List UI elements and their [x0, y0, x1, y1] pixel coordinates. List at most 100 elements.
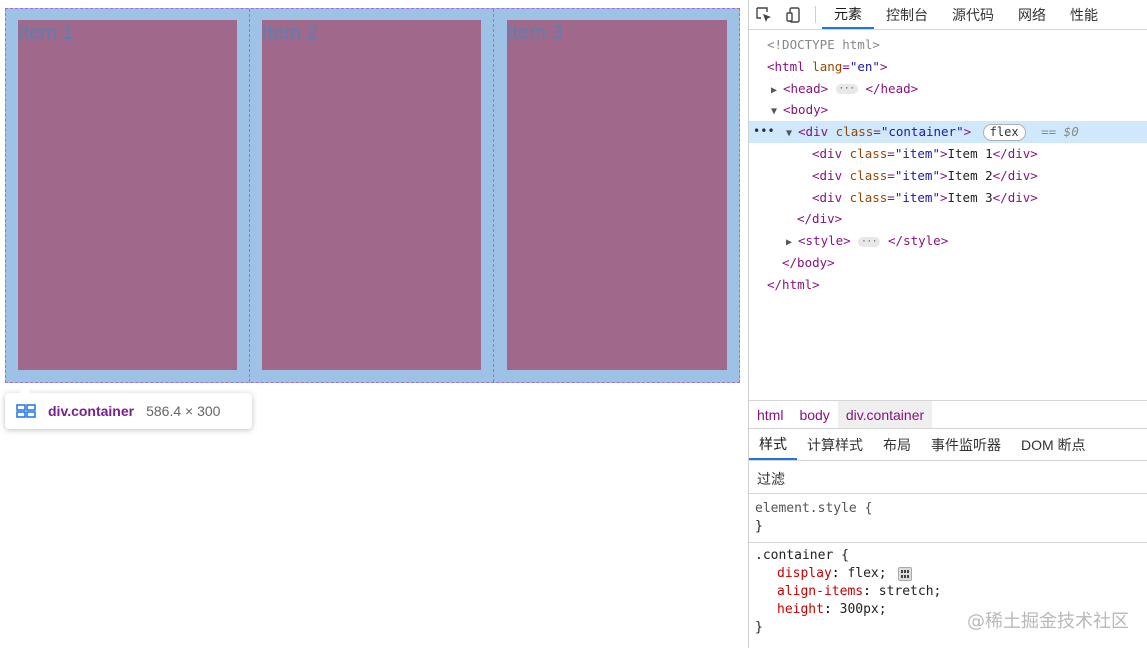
tab-sources[interactable]: 源代码: [940, 0, 1006, 29]
tag-text: <div: [798, 124, 829, 140]
tag-text: <body>: [783, 102, 829, 118]
css-property-name: align-items: [777, 584, 864, 599]
collapsed-ellipsis-icon[interactable]: ···: [835, 84, 858, 95]
css-declaration[interactable]: align-items: stretch;: [755, 583, 1142, 601]
tag-text: <html: [767, 58, 805, 74]
inspect-tooltip: div.container 586.4 × 300: [5, 387, 252, 429]
attr-value: "en": [849, 58, 880, 74]
styles-filter-input[interactable]: 过滤: [749, 464, 1147, 494]
devtools-toolbar: 元素 控制台 源代码 网络 性能: [749, 0, 1147, 30]
element-style-rule[interactable]: element.style { }: [749, 496, 1147, 543]
tag-text: </html>: [767, 276, 820, 292]
tab-console[interactable]: 控制台: [874, 0, 940, 29]
css-property-value: 300px;: [839, 602, 887, 617]
page-viewport: Item 1 Item 2 Item 3 div.container 586.4…: [0, 0, 748, 648]
node-text: Item 2: [947, 167, 993, 183]
tag-text: </body>: [782, 254, 835, 270]
tag-text: </head>: [865, 80, 919, 96]
tab-computed[interactable]: 计算样式: [797, 430, 873, 460]
inspect-element-icon[interactable]: [749, 0, 779, 29]
device-toggle-icon[interactable]: [779, 0, 809, 29]
dom-node-item[interactable]: <div class="item">Item 3</div>: [749, 187, 1147, 209]
item-content-area: [18, 20, 237, 370]
node-text: Item 1: [947, 145, 993, 161]
attr-name: class: [849, 189, 888, 205]
dom-node-item[interactable]: <div class="item">Item 2</div>: [749, 165, 1147, 187]
watermark: @稀土掘金技术社区: [967, 611, 1129, 632]
item-label: Item 3: [507, 22, 563, 44]
attr-name: class: [835, 124, 874, 140]
tag-text: </div>: [992, 145, 1038, 161]
attr-value: "item": [894, 167, 940, 183]
rule-close-brace: }: [755, 519, 763, 534]
tab-elements[interactable]: 元素: [822, 0, 874, 29]
item-content-area: [262, 20, 481, 370]
tab-dom-breakpoints[interactable]: DOM 断点: [1011, 430, 1096, 460]
tag-text: </div>: [992, 167, 1038, 183]
tag-text: </div>: [992, 189, 1038, 205]
tag-text: </style>: [888, 233, 949, 249]
breadcrumb-body[interactable]: body: [791, 401, 837, 428]
tag-text: <head>: [783, 80, 829, 96]
tab-performance[interactable]: 性能: [1058, 0, 1110, 29]
flex-item[interactable]: Item 2: [250, 9, 494, 382]
tag-text: </div>: [797, 211, 843, 227]
dom-node-doctype[interactable]: <!DOCTYPE html>: [749, 34, 1147, 56]
tooltip-element-size: 586.4 × 300: [146, 403, 221, 419]
node-text: Item 3: [947, 189, 993, 205]
filter-label: 过滤: [757, 470, 785, 487]
breadcrumb: html body div.container: [749, 400, 1147, 429]
css-property-name: display: [777, 566, 832, 581]
item-content-area: [507, 20, 727, 370]
expand-triangle-icon[interactable]: ▶: [786, 232, 798, 254]
dom-node-body-close[interactable]: </body>: [749, 252, 1147, 274]
tab-network[interactable]: 网络: [1006, 0, 1058, 29]
tooltip-element-name: div.container: [48, 403, 135, 419]
toolbar-divider: [815, 6, 816, 23]
collapsed-ellipsis-icon[interactable]: ···: [858, 236, 881, 247]
attr-value: "item": [894, 189, 940, 205]
selected-node-ref: == $0: [1041, 124, 1079, 140]
attr-name: class: [849, 167, 888, 183]
flexbox-editor-icon[interactable]: [898, 566, 913, 581]
item-label: Item 2: [262, 22, 318, 44]
rule-selector: element.style {: [755, 501, 873, 516]
tab-event-listeners[interactable]: 事件监听器: [921, 430, 1011, 460]
dom-node-body[interactable]: ▼ <body>: [749, 99, 1147, 121]
attr-value: "item": [894, 145, 940, 161]
styles-tabbar: 样式 计算样式 布局 事件监听器 DOM 断点: [749, 430, 1147, 461]
tab-styles[interactable]: 样式: [749, 430, 797, 460]
rule-selector: .container {: [755, 548, 849, 563]
dom-node-container-selected[interactable]: ••• ▼ <div class="container"> flex == $0: [749, 121, 1147, 143]
flex-container-icon: [16, 404, 36, 418]
css-property-name: height: [777, 602, 824, 617]
breadcrumb-html[interactable]: html: [749, 401, 791, 428]
expand-triangle-icon[interactable]: ▶: [771, 80, 783, 102]
more-options-icon[interactable]: •••: [753, 121, 775, 143]
dom-node-style[interactable]: ▶ <style> ··· </style>: [749, 230, 1147, 252]
flex-item[interactable]: Item 3: [495, 9, 739, 382]
attr-value: "container": [880, 124, 964, 140]
devtools-panel: 元素 控制台 源代码 网络 性能 <!DOCTYPE html> <html l…: [748, 0, 1147, 648]
dom-node-container-close[interactable]: </div>: [749, 208, 1147, 230]
tab-layout[interactable]: 布局: [873, 430, 921, 460]
tag-text: <style>: [798, 233, 851, 249]
flex-item[interactable]: Item 1: [6, 9, 250, 382]
breadcrumb-container[interactable]: div.container: [837, 401, 933, 428]
dom-node-head[interactable]: ▶ <head> ··· </head>: [749, 78, 1147, 100]
item-label: Item 1: [18, 22, 74, 44]
css-property-value: stretch;: [878, 584, 942, 599]
dom-node-item[interactable]: <div class="item">Item 1</div>: [749, 143, 1147, 165]
css-property-value: flex;: [847, 566, 887, 581]
attr-name: lang: [812, 58, 843, 74]
attr-name: class: [849, 145, 888, 161]
doctype-text: <!DOCTYPE html>: [767, 37, 880, 52]
collapse-triangle-icon[interactable]: ▼: [786, 123, 798, 145]
dom-node-html[interactable]: <html lang="en">: [749, 56, 1147, 78]
flex-badge[interactable]: flex: [982, 124, 1026, 142]
css-declaration[interactable]: display: flex;: [755, 565, 1142, 583]
dom-node-html-close[interactable]: </html>: [749, 274, 1147, 296]
collapse-triangle-icon[interactable]: ▼: [771, 101, 783, 123]
container-highlight-overlay[interactable]: Item 1 Item 2 Item 3: [5, 8, 740, 383]
dom-tree: <!DOCTYPE html> <html lang="en"> ▶ <head>…: [749, 30, 1147, 398]
